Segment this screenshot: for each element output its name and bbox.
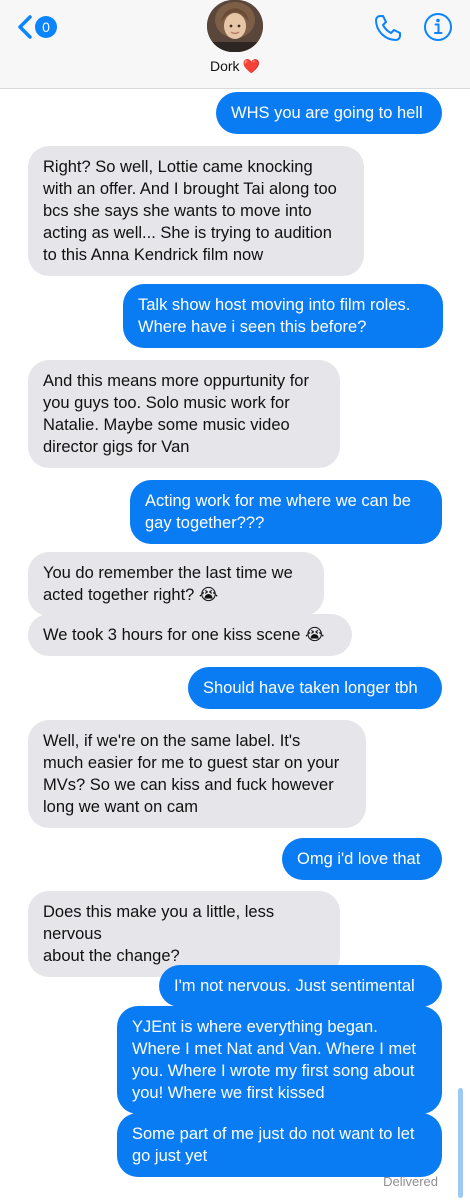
contact-avatar[interactable]	[207, 0, 263, 52]
back-button[interactable]: 0	[16, 14, 57, 40]
message-bubble-incoming[interactable]: And this means more oppurtunity for you …	[28, 360, 340, 468]
message-bubble-outgoing[interactable]: Some part of me just do not want to let …	[117, 1113, 442, 1177]
message-bubble-incoming[interactable]: You do remember the last time we acted t…	[28, 552, 324, 616]
avatar-image	[207, 0, 263, 52]
message-bubble-outgoing[interactable]: WHS you are going to hell	[216, 92, 442, 134]
message-bubble-incoming[interactable]: Right? So well, Lottie came knocking wit…	[28, 146, 364, 276]
heart-emoji: ❤️	[242, 58, 260, 74]
message-bubble-incoming[interactable]: We took 3 hours for one kiss scene 😭	[28, 614, 352, 656]
phone-icon	[375, 15, 401, 41]
message-bubble-outgoing[interactable]: Acting work for me where we can be gay t…	[130, 480, 442, 544]
message-bubble-outgoing[interactable]: Talk show host moving into film roles. W…	[123, 284, 443, 348]
contact-name: Dork	[210, 58, 240, 74]
message-bubble-outgoing[interactable]: Should have taken longer tbh	[188, 667, 442, 709]
chevron-left-icon	[18, 15, 32, 39]
message-bubble-incoming[interactable]: Well, if we're on the same label. It's m…	[28, 720, 366, 828]
delivery-status: Delivered	[383, 1174, 438, 1189]
message-bubble-outgoing[interactable]: I'm not nervous. Just sentimental	[159, 965, 442, 1007]
unread-badge: 0	[35, 16, 57, 38]
contact-name-row[interactable]: Dork ❤️	[0, 58, 470, 75]
scrollbar[interactable]	[458, 1088, 463, 1198]
call-button[interactable]	[372, 12, 404, 49]
info-icon	[424, 13, 452, 41]
conversation-header: 0 Dork ❤️	[0, 0, 470, 89]
info-button[interactable]	[423, 12, 453, 47]
message-list[interactable]: WHS you are going to hell Right? So well…	[0, 88, 470, 1200]
message-bubble-outgoing[interactable]: YJEnt is where everything began. Where I…	[117, 1006, 442, 1114]
message-bubble-outgoing[interactable]: Omg i'd love that	[282, 838, 442, 880]
